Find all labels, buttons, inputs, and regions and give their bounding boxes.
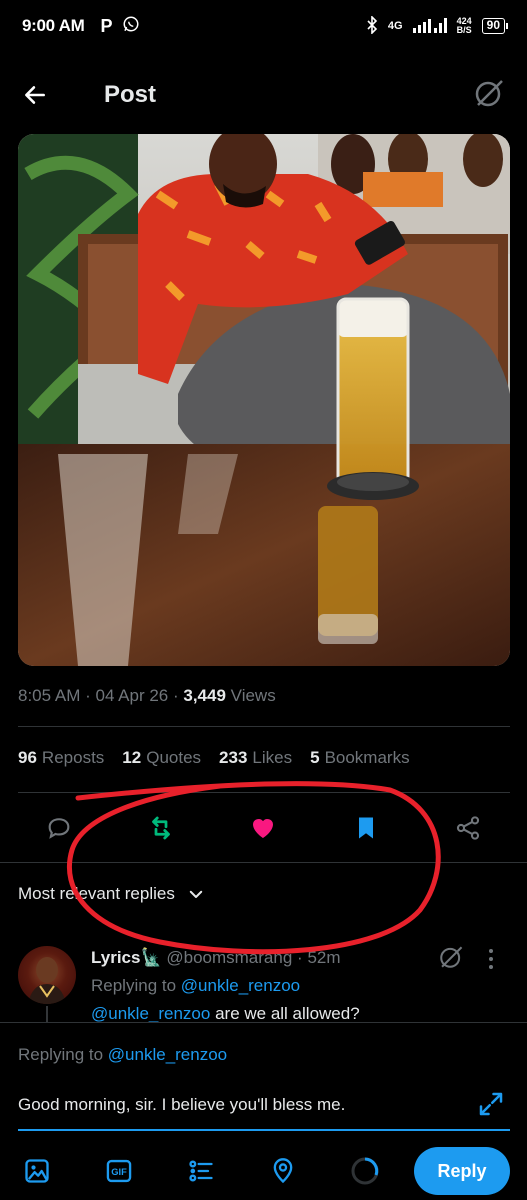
bluetooth-icon <box>366 14 378 37</box>
whatsapp-icon <box>122 15 140 38</box>
post-time: 8:05 AM <box>18 686 81 705</box>
reply-item[interactable]: Lyrics🗽 @boomsmarang · 52m Replying to @… <box>18 944 510 1026</box>
composer-toolbar: GIF Reply <box>18 1147 510 1195</box>
like-button[interactable] <box>243 808 283 848</box>
svg-text:GIF: GIF <box>111 1167 127 1177</box>
divider <box>18 792 510 793</box>
repost-button[interactable] <box>141 808 181 848</box>
page-title: Post <box>104 81 157 108</box>
divider <box>0 862 527 863</box>
poll-icon <box>189 1160 213 1182</box>
reply-icon <box>48 818 70 839</box>
avatar[interactable] <box>18 946 76 1004</box>
reply-input[interactable] <box>18 1095 458 1115</box>
views-count: 3,449 <box>183 686 226 705</box>
like-icon <box>253 819 274 838</box>
poll-button[interactable] <box>182 1152 220 1190</box>
red-annotation-circle <box>66 781 441 955</box>
post-actions <box>0 800 527 856</box>
network-speed: 424 B/S <box>456 16 472 35</box>
gif-button[interactable]: GIF <box>100 1152 138 1190</box>
image-icon <box>25 1159 49 1183</box>
reposts-stat[interactable]: 96 Reposts <box>18 748 104 768</box>
views-label: Views <box>230 686 276 705</box>
signal-icon <box>412 17 447 36</box>
character-counter <box>346 1152 384 1190</box>
more-options-button[interactable] <box>488 948 494 971</box>
composer-replying-to-link[interactable]: @unkle_renzoo <box>108 1045 227 1064</box>
status-bar: 9:00 AM P 4G 424 B/S 90 <box>0 0 527 52</box>
reply-submit-button[interactable]: Reply <box>414 1147 510 1195</box>
reply-replying-to: Replying to @unkle_renzoo <box>91 976 301 995</box>
app-header: Post <box>0 60 527 130</box>
location-button[interactable] <box>264 1152 302 1190</box>
reply-grok-button[interactable] <box>438 944 464 975</box>
repost-icon <box>152 816 171 840</box>
battery-icon: 90 <box>481 18 509 34</box>
reply-text: @unkle_renzoo are we all allowed? <box>91 1004 360 1023</box>
post-meta: 8:05 AM · 04 Apr 26 · 3,449 Views <box>18 686 276 705</box>
reply-composer: Replying to @unkle_renzoo GIF Reply <box>0 1022 527 1200</box>
expand-icon <box>479 1092 503 1116</box>
engagement-stats: 96 Reposts 12 Quotes 233 Likes 5 Bookmarks <box>18 748 410 768</box>
share-button[interactable] <box>448 808 488 848</box>
bookmark-icon <box>358 817 373 839</box>
more-vertical-icon <box>489 949 493 969</box>
expand-button[interactable] <box>476 1089 506 1124</box>
composer-replying-to: Replying to @unkle_renzoo <box>18 1045 228 1064</box>
status-app-icons: P <box>100 15 140 38</box>
reply-button[interactable] <box>39 808 79 848</box>
share-icon <box>456 816 479 840</box>
arrow-left-icon <box>25 86 45 104</box>
bookmarks-stat[interactable]: 5 Bookmarks <box>310 748 410 768</box>
divider <box>18 726 510 727</box>
status-right: 4G 424 B/S 90 <box>366 14 509 37</box>
replies-sort-label: Most relevant replies <box>18 884 175 903</box>
progress-ring-icon <box>351 1157 379 1185</box>
replies-sort-dropdown[interactable]: Most relevant replies <box>18 884 205 904</box>
replying-to-link[interactable]: @unkle_renzoo <box>181 976 300 995</box>
location-icon <box>273 1158 293 1184</box>
reply-time: 52m <box>307 948 341 967</box>
image-button[interactable] <box>18 1152 56 1190</box>
likes-stat[interactable]: 233 Likes <box>219 748 292 768</box>
post-image[interactable] <box>18 134 510 666</box>
reply-author-name[interactable]: Lyrics🗽 <box>91 948 162 967</box>
network-type: 4G <box>387 20 403 32</box>
composer-focus-line <box>18 1129 510 1131</box>
reply-body: Lyrics🗽 @boomsmarang · 52m Replying to @… <box>91 948 360 1023</box>
status-time: 9:00 AM <box>22 16 85 35</box>
reply-author-handle[interactable]: @boomsmarang <box>166 948 292 967</box>
bookmark-button[interactable] <box>346 808 386 848</box>
reply-mention[interactable]: @unkle_renzoo <box>91 1004 210 1023</box>
grok-icon <box>475 79 503 106</box>
chevron-down-icon <box>189 890 203 898</box>
post-date: 04 Apr 26 <box>95 686 169 705</box>
gif-icon: GIF <box>106 1159 132 1183</box>
grok-button[interactable] <box>473 77 505 114</box>
grok-icon <box>440 946 463 968</box>
p-app-icon: P <box>100 15 113 36</box>
back-button[interactable] <box>22 75 62 115</box>
quotes-stat[interactable]: 12 Quotes <box>122 748 201 768</box>
